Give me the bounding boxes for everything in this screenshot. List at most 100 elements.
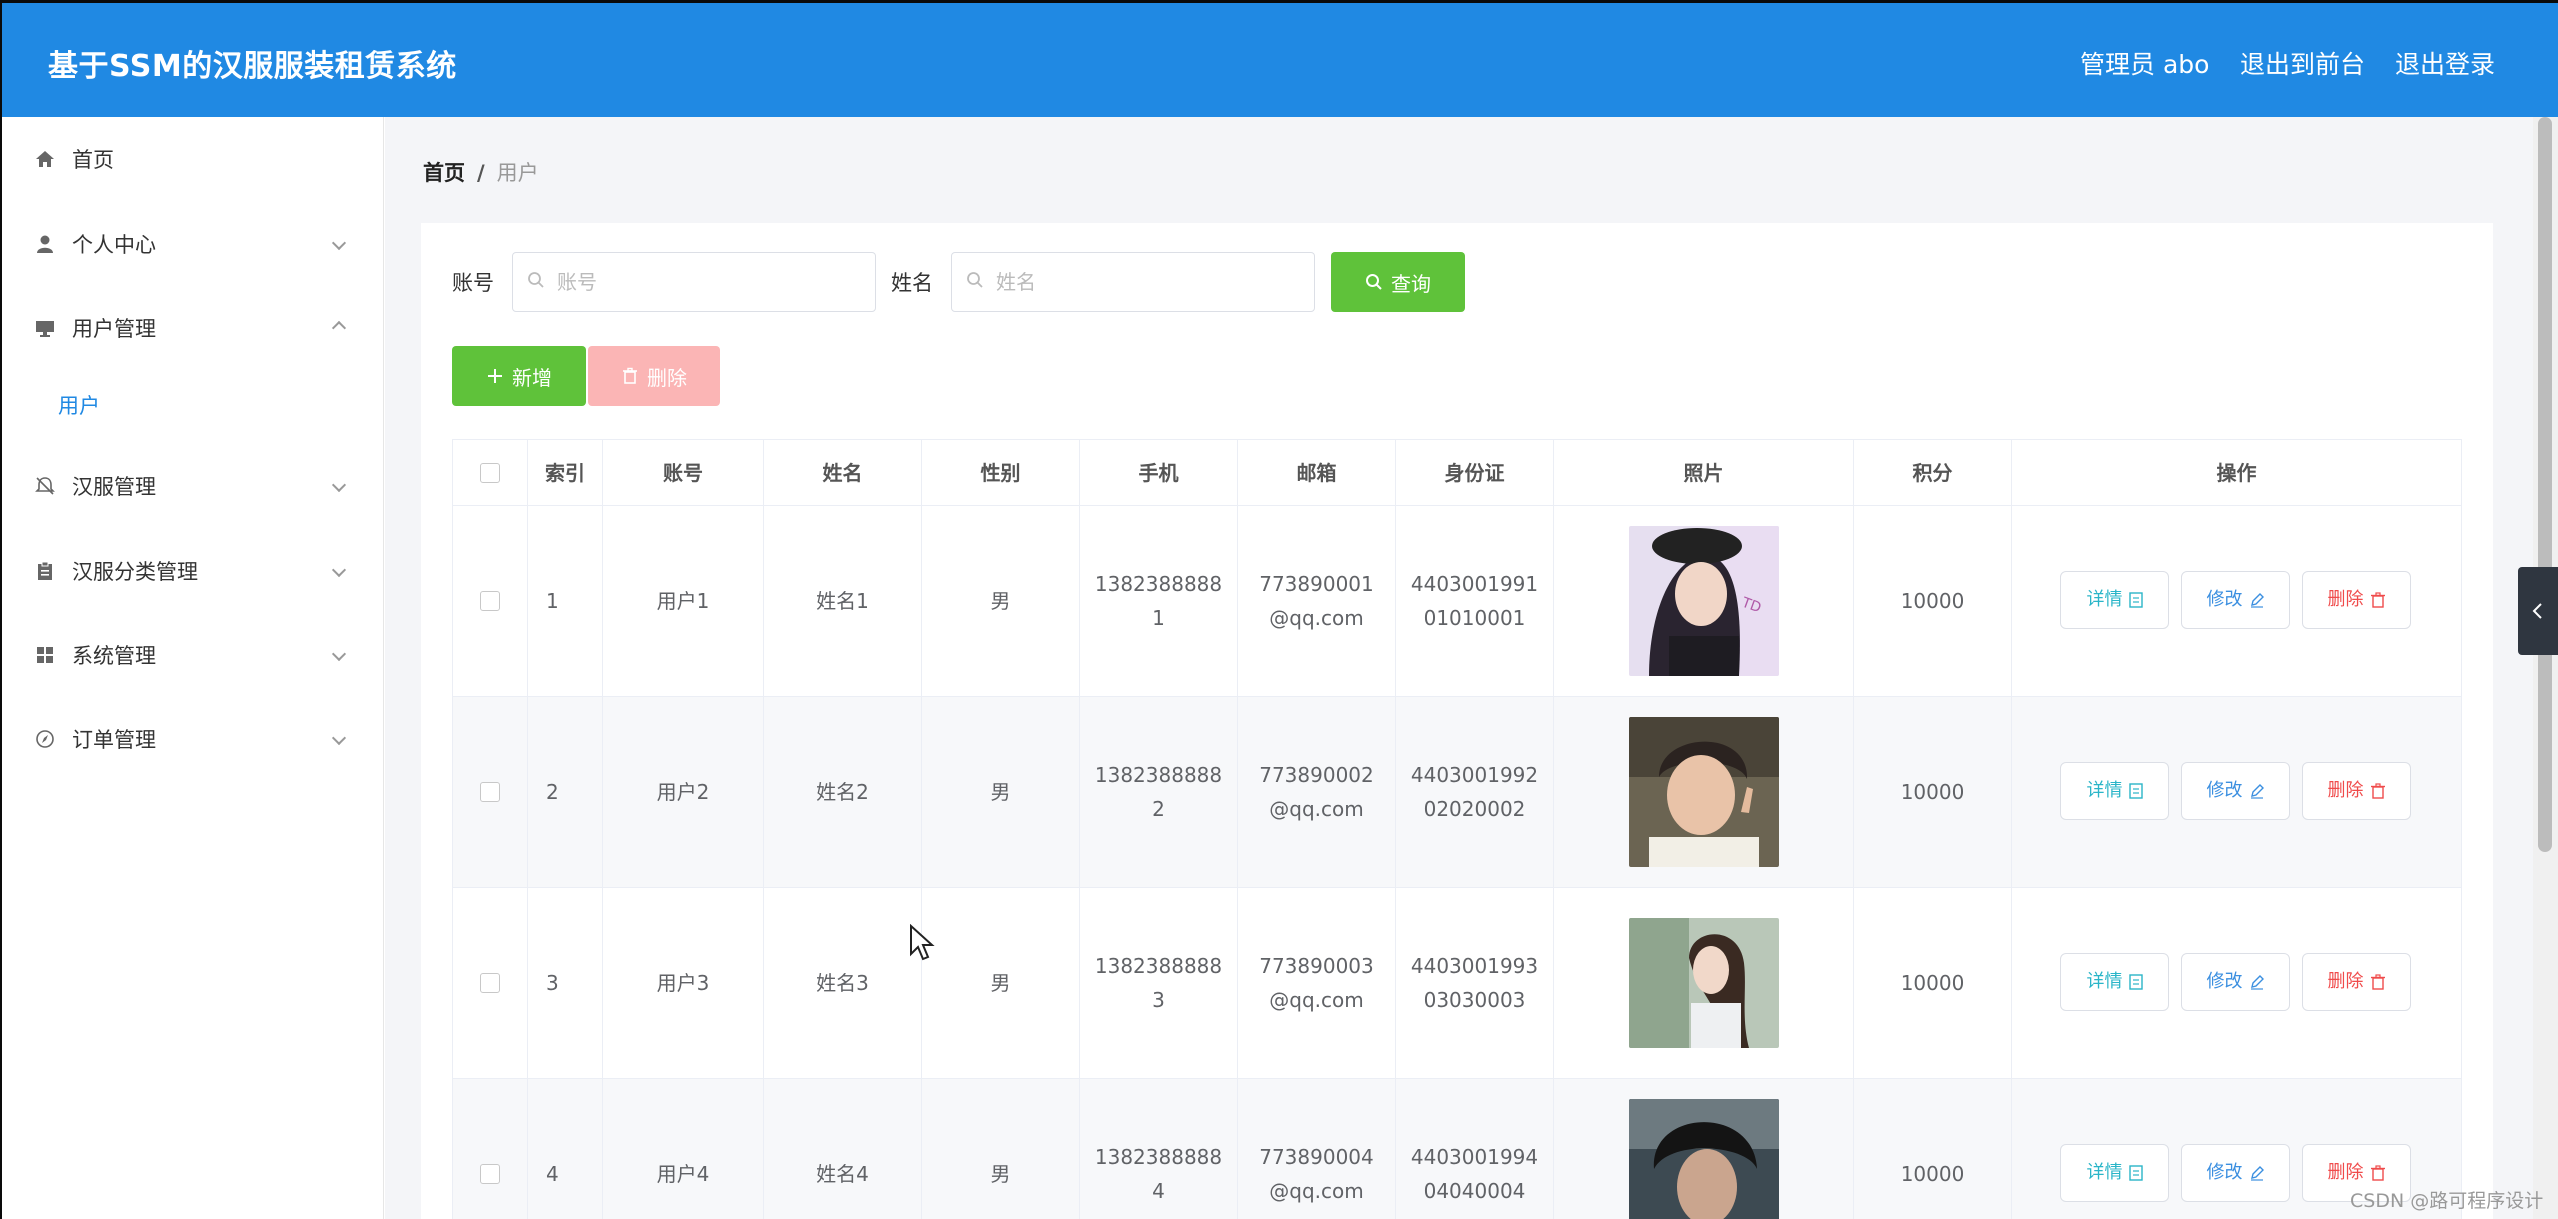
sidebar-subitem-user[interactable]: 用户 [2,375,386,435]
row-checkbox[interactable] [480,591,500,611]
chevron-up-icon [332,318,346,332]
row-checkbox[interactable] [480,782,500,802]
user-photo[interactable] [1628,717,1779,867]
delete-label: 删除 [2327,589,2364,610]
edit-button[interactable]: 修改 [2181,953,2290,1011]
sidebar-item-user-management[interactable]: 用户管理 [2,298,386,358]
cell-email-line2: @qq.com [1269,797,1364,821]
pencil-icon [2250,1166,2264,1181]
table-header-row: 索引 账号 姓名 性别 手机 邮箱 身份证 照片 积分 操作 [453,440,2461,506]
cell-name: 姓名1 [764,506,922,696]
cell-email: 773890003 @qq.com [1238,888,1396,1078]
vertical-scrollbar[interactable] [2533,117,2558,1219]
account-search-field[interactable] [512,252,876,312]
table-row: 4 用户4 姓名4 男 1382388888 4 773890004 @qq.com… [453,1079,2461,1219]
cell-id-line2: 04040004 [1423,1179,1526,1203]
edit-button[interactable]: 修改 [2181,1144,2290,1202]
admin-link[interactable]: 管理员 abo [2080,45,2209,81]
scrollbar-thumb[interactable] [2538,117,2552,852]
sidebar-item-home[interactable]: 首页 [2,129,386,189]
search-icon [967,272,983,288]
row-select-cell [453,888,528,1078]
delete-button[interactable]: 删除 [2302,571,2411,629]
document-icon [2128,592,2143,608]
sidebar-item-label: 系统管理 [72,644,156,668]
home-icon [32,146,58,172]
row-checkbox[interactable] [480,1164,500,1184]
watermark: CSDN @路可程序设计 [2350,1190,2544,1212]
plus-icon [488,369,502,383]
exit-to-front-link[interactable]: 退出到前台 [2240,45,2365,81]
header-operations: 操作 [2216,460,2257,485]
edit-label: 修改 [2206,589,2243,610]
cell-id-card: 4403001993 03030003 [1396,888,1554,1078]
row-checkbox[interactable] [480,973,500,993]
cell-name: 姓名3 [764,888,922,1078]
bell-off-icon [32,473,58,499]
delete-button[interactable]: 删除 [2302,953,2411,1011]
cell-id-card: 4403001991 01010001 [1396,506,1554,696]
cell-id-card: 4403001994 04040004 [1396,1079,1554,1219]
header-account: 账号 [603,440,764,505]
document-icon [2128,1165,2143,1181]
sidebar-item-hanfu-category-management[interactable]: 汉服分类管理 [2,541,386,601]
collapse-side-tab[interactable] [2518,567,2558,655]
trash-icon [2370,974,2385,990]
header-email: 邮箱 [1238,440,1396,505]
name-search-input[interactable] [996,253,1296,311]
user-photo[interactable]: TD [1628,526,1779,676]
query-button[interactable]: 查询 [1331,252,1465,312]
row-select-cell [453,697,528,887]
cell-phone-line1: 1382388888 [1094,572,1223,596]
sidebar-item-hanfu-management[interactable]: 汉服管理 [2,456,386,516]
user-photo[interactable] [1628,918,1779,1048]
cell-photo [1554,1079,1854,1219]
delete-button[interactable]: 删除 [2302,762,2411,820]
delete-label: 删除 [2327,1162,2364,1183]
chevron-down-icon [332,238,346,252]
header-phone: 手机 [1080,440,1238,505]
sidebar-item-personal-center[interactable]: 个人中心 [2,214,386,274]
breadcrumb-home[interactable]: 首页 [423,161,465,185]
detail-button[interactable]: 详情 [2060,1144,2169,1202]
sidebar-item-label: 汉服分类管理 [72,560,198,584]
add-button[interactable]: 新增 [452,346,586,406]
cell-email: 773890001 @qq.com [1238,506,1396,696]
edit-label: 修改 [2206,780,2243,801]
sidebar-item-label: 首页 [72,148,114,172]
edit-label: 修改 [2206,971,2243,992]
detail-button[interactable]: 详情 [2060,762,2169,820]
select-all-checkbox[interactable] [480,462,500,483]
cell-photo [1554,888,1854,1078]
edit-button[interactable]: 修改 [2181,571,2290,629]
name-search-field[interactable] [951,252,1315,312]
detail-button[interactable]: 详情 [2060,953,2169,1011]
cell-index: 4 [528,1079,603,1219]
cell-phone-line2: 3 [1152,988,1165,1012]
sidebar-item-order-management[interactable]: 订单管理 [2,709,386,769]
clipboard-icon [32,558,58,584]
cell-points: 10000 [1854,888,2012,1078]
breadcrumb: 首页 / 用户 [423,157,539,187]
cell-photo: TD [1554,506,1854,696]
header-index: 索引 [528,440,603,505]
sidebar-item-system-management[interactable]: 系统管理 [2,625,386,685]
sidebar-item-label: 个人中心 [72,233,156,257]
cell-points: 10000 [1854,1079,2012,1219]
batch-delete-label: 删除 [647,365,687,390]
cell-phone: 1382388888 2 [1080,697,1238,887]
chevron-down-icon [332,480,346,494]
app-title: 基于SSM的汉服服装租赁系统 [48,49,457,84]
batch-delete-button[interactable]: 删除 [588,346,720,406]
edit-button[interactable]: 修改 [2181,762,2290,820]
logout-link[interactable]: 退出登录 [2395,45,2495,81]
cell-account: 用户4 [603,1079,764,1219]
chevron-down-icon [332,565,346,579]
cell-id-card: 4403001992 02020002 [1396,697,1554,887]
cell-account: 用户1 [603,506,764,696]
top-header: 基于SSM的汉服服装租赁系统 管理员 abo 退出到前台 退出登录 [0,0,2558,117]
user-photo[interactable] [1628,1099,1779,1219]
account-search-input[interactable] [557,253,857,311]
detail-button[interactable]: 详情 [2060,571,2169,629]
search-icon [1366,274,1382,290]
